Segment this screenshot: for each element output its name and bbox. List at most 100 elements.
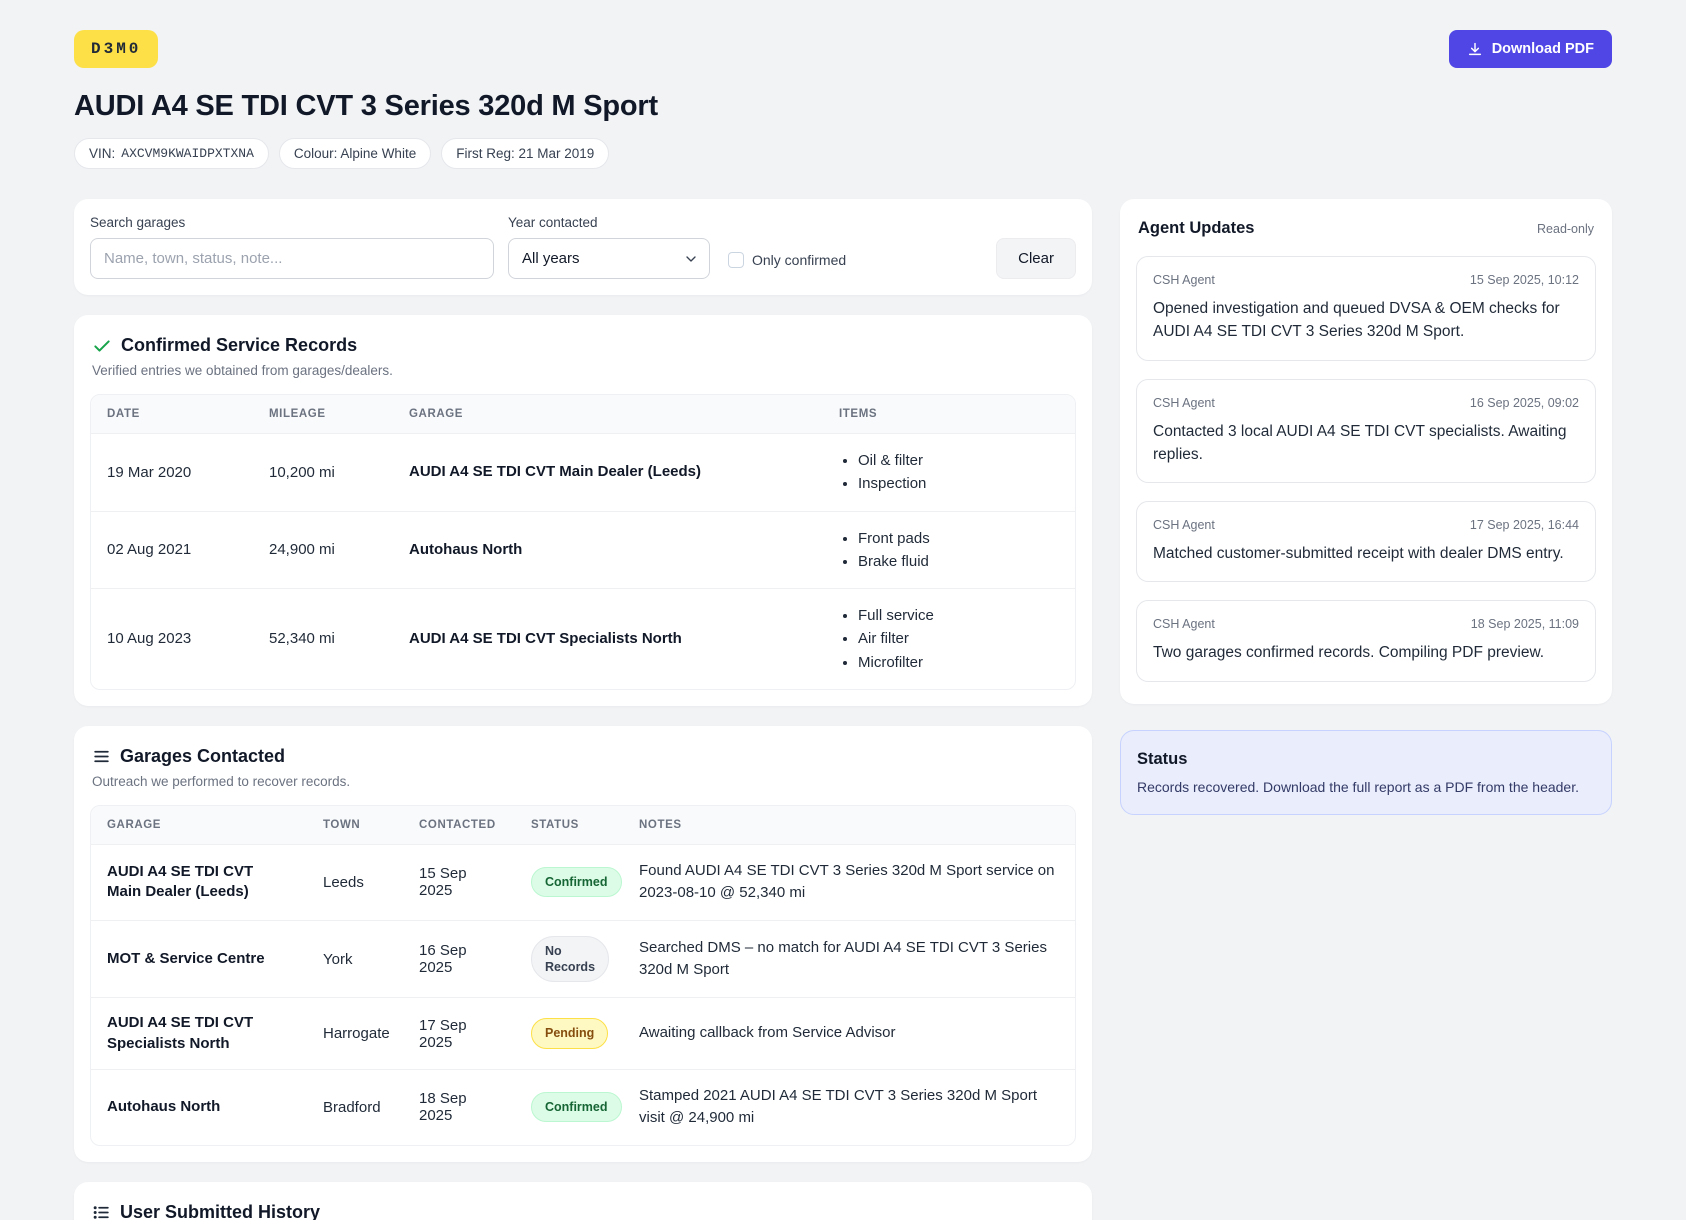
vin-pill: VIN: AXCVM9KWAIDPXTXNA bbox=[74, 138, 269, 169]
record-row: 10 Aug 2023 52,340 mi AUDI A4 SE TDI CVT… bbox=[91, 587, 1075, 689]
agent-message: Contacted 3 local AUDI A4 SE TDI CVT spe… bbox=[1153, 422, 1567, 463]
status-panel: Status Records recovered. Download the f… bbox=[1120, 729, 1612, 815]
record-garage: AUDI A4 SE TDI CVT Specialists North bbox=[393, 587, 823, 689]
vin-label: VIN: bbox=[89, 146, 116, 161]
only-confirmed-group: Only confirmed bbox=[728, 252, 846, 268]
record-date: 10 Aug 2023 bbox=[91, 587, 253, 689]
clear-button[interactable]: Clear bbox=[996, 238, 1076, 279]
garage-name: Autohaus North bbox=[91, 1068, 307, 1145]
search-garages-input[interactable] bbox=[90, 238, 494, 279]
year-field: Year contacted All years bbox=[508, 215, 710, 279]
garage-name: AUDI A4 SE TDI CVT Specialists North bbox=[91, 997, 307, 1070]
column-header-status: STATUS bbox=[515, 805, 623, 845]
confirmed-records-subtitle: Verified entries we obtained from garage… bbox=[92, 363, 393, 378]
status-text: Records recovered. Download the full rep… bbox=[1137, 778, 1579, 795]
column-header-notes: NOTES bbox=[623, 805, 1075, 845]
garage-status-cell: No Records bbox=[515, 919, 623, 998]
confirmed-records-title: Confirmed Service Records bbox=[121, 335, 358, 355]
garage-contacted: 16 Sep 2025 bbox=[403, 919, 515, 998]
record-garage: Autohaus North bbox=[393, 510, 823, 589]
service-item: Inspection bbox=[858, 472, 1059, 495]
agent-timestamp: 15 Sep 2025, 10:12 bbox=[1469, 273, 1579, 287]
search-garages-label: Search garages bbox=[90, 215, 186, 230]
download-pdf-label: Download PDF bbox=[1491, 41, 1594, 57]
agent-author: CSH Agent bbox=[1153, 395, 1215, 410]
content-grid: Search garages Year contacted All years … bbox=[74, 199, 1612, 1220]
column-header-garage: GARAGE bbox=[91, 805, 307, 845]
colour-pill: Colour: Alpine White bbox=[278, 138, 432, 169]
main-column: Search garages Year contacted All years … bbox=[74, 199, 1092, 1220]
service-item: Air filter bbox=[858, 627, 1059, 650]
page-title: AUDI A4 SE TDI CVT 3 Series 320d M Sport bbox=[74, 90, 658, 122]
filter-card: Search garages Year contacted All years … bbox=[74, 199, 1092, 295]
garage-contacted: 18 Sep 2025 bbox=[403, 1068, 515, 1145]
garage-row: Autohaus North Bradford 18 Sep 2025 Conf… bbox=[91, 1068, 1075, 1145]
garages-contacted-subtitle: Outreach we performed to recover records… bbox=[92, 773, 351, 789]
records-header-row: DATE MILEAGE GARAGE ITEMS bbox=[91, 395, 1075, 434]
page: D3M0 Download PDF AUDI A4 SE TDI CVT 3 S… bbox=[0, 0, 1686, 1220]
confirmed-records-table: DATE MILEAGE GARAGE ITEMS 19 Mar 2020 10… bbox=[90, 394, 1076, 690]
agent-message: Matched customer-submitted receipt with … bbox=[1153, 545, 1564, 562]
column-header-garage: GARAGE bbox=[393, 395, 823, 434]
agent-message: Two garages confirmed records. Compiling… bbox=[1153, 644, 1545, 662]
garages-header-row: GARAGE TOWN CONTACTED STATUS NOTES bbox=[91, 805, 1075, 845]
confirmed-records-card: Confirmed Service Records Verified entri… bbox=[74, 315, 1092, 706]
demo-badge: D3M0 bbox=[74, 30, 159, 68]
year-contacted-select[interactable]: All years bbox=[508, 238, 710, 279]
status-badge: Confirmed bbox=[531, 867, 622, 898]
garage-contacted: 15 Sep 2025 bbox=[403, 843, 515, 921]
record-mileage: 24,900 mi bbox=[253, 510, 393, 589]
year-contacted-label: Year contacted bbox=[508, 215, 598, 230]
service-item: Microfilter bbox=[858, 651, 1059, 674]
agent-updates-card: Agent Updates Read-only CSH Agent 15 Sep… bbox=[1120, 199, 1612, 704]
garages-contacted-card: Garages Contacted Outreach we performed … bbox=[74, 725, 1092, 1162]
garage-name: AUDI A4 SE TDI CVT Main Dealer (Leeds) bbox=[91, 843, 307, 921]
only-confirmed-checkbox[interactable] bbox=[728, 252, 744, 268]
download-pdf-button[interactable]: Download PDF bbox=[1448, 30, 1612, 68]
garages-contacted-title: Garages Contacted bbox=[120, 745, 286, 766]
garage-row: AUDI A4 SE TDI CVT Specialists North Har… bbox=[91, 997, 1075, 1070]
garage-notes: Awaiting callback from Service Advisor bbox=[623, 997, 1075, 1070]
garage-notes: Stamped 2021 AUDI A4 SE TDI CVT 3 Series… bbox=[623, 1068, 1075, 1145]
sidebar: Agent Updates Read-only CSH Agent 15 Sep… bbox=[1120, 199, 1612, 815]
agent-author: CSH Agent bbox=[1153, 273, 1215, 287]
agent-timestamp: 16 Sep 2025, 09:02 bbox=[1469, 395, 1579, 410]
record-garage: AUDI A4 SE TDI CVT Main Dealer (Leeds) bbox=[393, 433, 823, 511]
service-item: Oil & filter bbox=[858, 449, 1059, 472]
record-date: 02 Aug 2021 bbox=[91, 510, 253, 589]
column-header-contacted: CONTACTED bbox=[403, 805, 515, 845]
agent-update-item: CSH Agent 17 Sep 2025, 16:44 Matched cus… bbox=[1136, 501, 1596, 583]
agent-timestamp: 17 Sep 2025, 16:44 bbox=[1469, 518, 1579, 532]
garage-status-cell: Confirmed bbox=[515, 843, 623, 921]
search-field: Search garages bbox=[90, 215, 494, 279]
garage-name: MOT & Service Centre bbox=[91, 919, 307, 998]
column-header-town: TOWN bbox=[307, 805, 403, 845]
garage-row: MOT & Service Centre York 16 Sep 2025 No… bbox=[91, 919, 1075, 998]
agent-updates-list: CSH Agent 15 Sep 2025, 10:12 Opened inve… bbox=[1136, 256, 1596, 682]
user-history-card: User Submitted History Entries provided … bbox=[74, 1181, 1092, 1220]
record-items: Front padsBrake fluid bbox=[823, 510, 1075, 589]
record-items: Full serviceAir filterMicrofilter bbox=[823, 587, 1075, 689]
garage-notes: Found AUDI A4 SE TDI CVT 3 Series 320d M… bbox=[623, 843, 1075, 921]
column-header-date: DATE bbox=[91, 395, 253, 434]
service-item: Full service bbox=[858, 604, 1059, 627]
list-icon bbox=[92, 1203, 111, 1220]
service-item: Front pads bbox=[858, 527, 1059, 550]
garage-notes: Searched DMS – no match for AUDI A4 SE T… bbox=[623, 919, 1075, 998]
only-confirmed-label: Only confirmed bbox=[752, 252, 847, 268]
status-badge: No Records bbox=[531, 935, 609, 983]
garage-town: Leeds bbox=[307, 843, 403, 921]
garage-contacted: 17 Sep 2025 bbox=[403, 997, 515, 1070]
column-header-mileage: MILEAGE bbox=[253, 395, 393, 434]
service-item: Brake fluid bbox=[858, 550, 1059, 573]
user-history-title: User Submitted History bbox=[120, 1201, 321, 1220]
check-icon bbox=[92, 336, 112, 356]
readonly-label: Read-only bbox=[1537, 222, 1594, 236]
status-title: Status bbox=[1137, 749, 1188, 768]
agent-author: CSH Agent bbox=[1153, 617, 1215, 632]
record-items: Oil & filterInspection bbox=[823, 433, 1075, 511]
header: D3M0 Download PDF bbox=[74, 30, 1612, 68]
hamburger-icon bbox=[92, 747, 111, 766]
garages-table: GARAGE TOWN CONTACTED STATUS NOTES AUDI … bbox=[90, 804, 1076, 1146]
record-mileage: 10,200 mi bbox=[253, 433, 393, 511]
